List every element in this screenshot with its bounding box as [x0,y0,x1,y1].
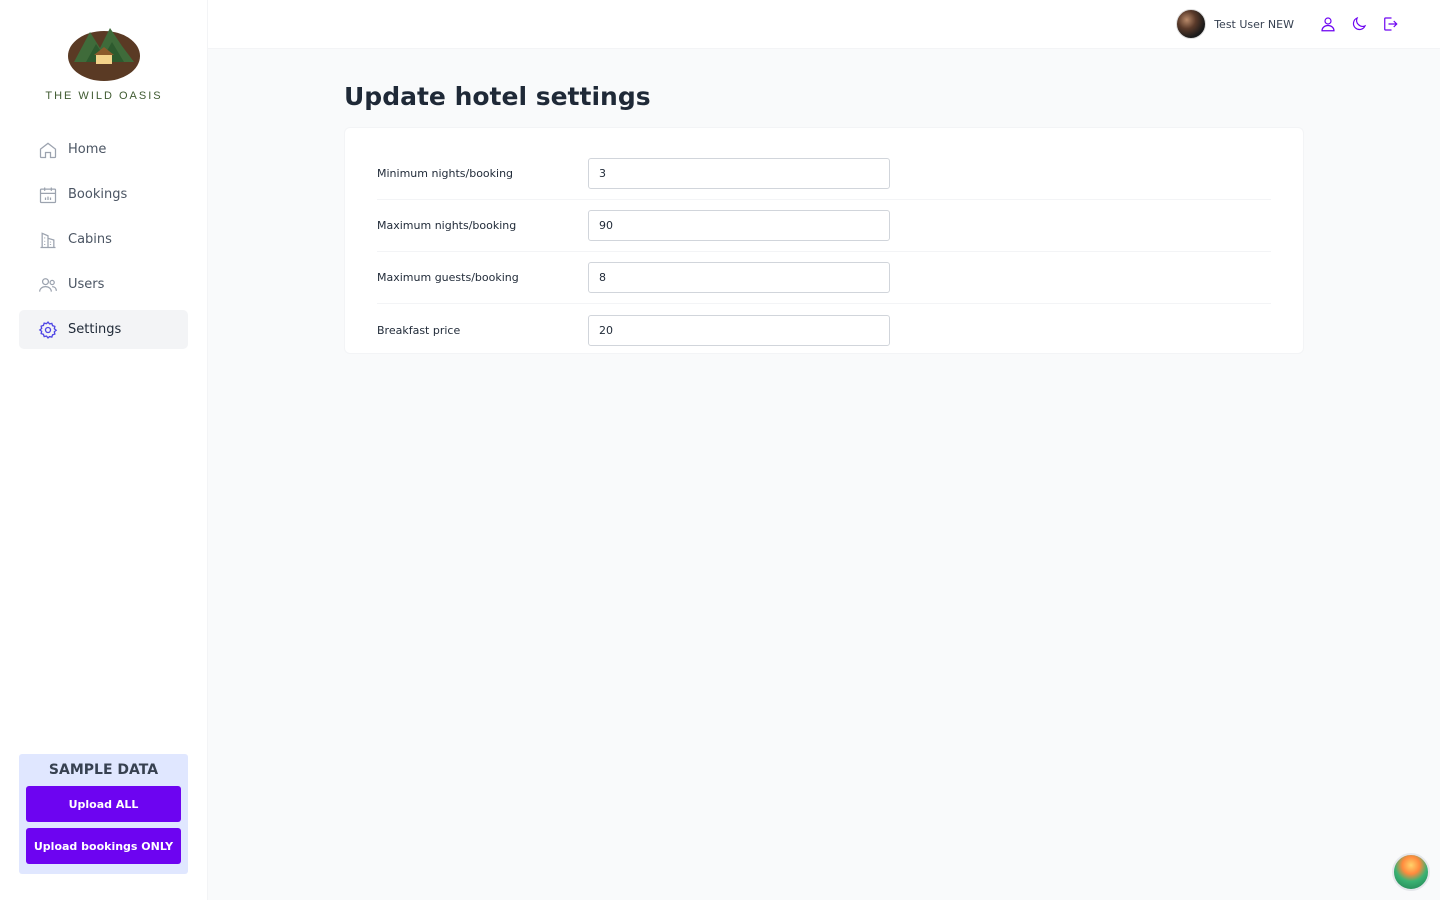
logout-icon[interactable] [1380,13,1400,35]
sidebar-item-settings[interactable]: Settings [19,310,188,349]
user-name: Test User NEW [1214,17,1294,31]
logo-text: THE WILD OASIS [45,90,163,102]
sidebar-item-label: Users [68,277,105,292]
sidebar-item-label: Home [68,142,107,157]
header-actions [1318,13,1400,35]
logo-image [68,28,140,81]
sidebar-item-label: Settings [68,322,122,337]
upload-bookings-button[interactable]: Upload bookings ONLY [26,828,181,864]
floating-action-button[interactable] [1392,853,1430,891]
max-nights-label: Maximum nights/booking [377,219,517,232]
form-row: Maximum guests/booking [377,252,1271,304]
moon-icon[interactable] [1349,13,1369,35]
sidebar-item-label: Cabins [68,232,112,247]
sidebar-item-label: Bookings [68,187,128,202]
user-info: Test User NEW [1176,9,1294,39]
sample-data-title: SAMPLE DATA [48,762,159,778]
page-title: Update hotel settings [344,82,651,111]
breakfast-price-label: Breakfast price [377,323,461,337]
settings-form: Minimum nights/booking Maximum nights/bo… [344,127,1304,354]
sidebar-item-bookings[interactable]: Bookings [19,175,188,214]
home-icon [38,140,58,160]
avatar [1176,9,1207,39]
logo[interactable]: THE WILD OASIS [0,22,208,102]
gear-icon [38,320,58,340]
sample-data-panel: SAMPLE DATA Upload ALL Upload bookings O… [19,754,188,874]
form-row: Maximum nights/booking [377,200,1271,252]
sidebar-item-cabins[interactable]: Cabins [19,220,188,259]
upload-all-button[interactable]: Upload ALL [26,786,181,822]
users-icon [38,275,58,295]
max-nights-input[interactable] [588,210,890,241]
max-guests-input[interactable] [588,262,890,293]
sidebar-item-home[interactable]: Home [19,130,188,169]
user-icon[interactable] [1318,13,1338,35]
sidebar-item-users[interactable]: Users [19,265,188,304]
calendar-icon [38,185,58,205]
sidebar: THE WILD OASIS Home Bookings Cabins User… [0,0,208,900]
building-icon [38,230,58,250]
max-guests-label: Maximum guests/booking [377,271,519,284]
form-row: Minimum nights/booking [377,148,1271,200]
breakfast-price-input[interactable] [588,314,890,346]
min-nights-input[interactable] [588,158,890,189]
top-header: Test User NEW [208,0,1440,49]
min-nights-label: Minimum nights/booking [377,167,514,180]
main-nav: Home Bookings Cabins Users Settings [19,130,188,355]
form-row: Breakfast price [377,304,1271,356]
